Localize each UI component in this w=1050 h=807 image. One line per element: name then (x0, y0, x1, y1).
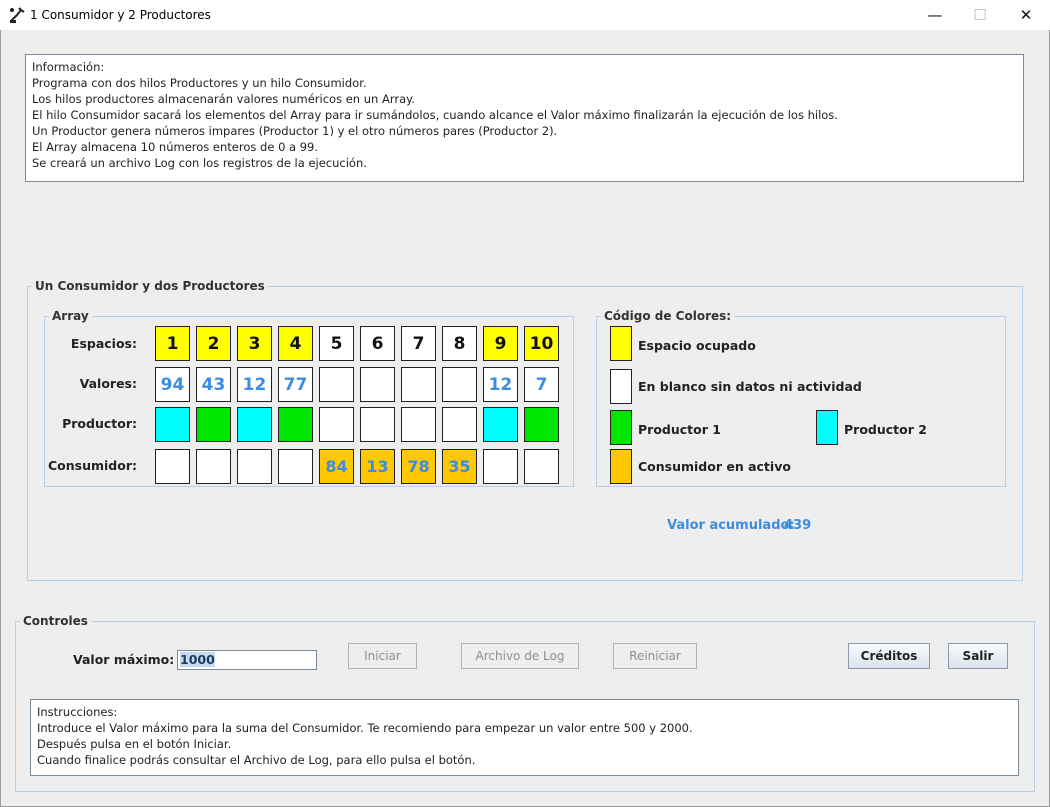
info-line: Los hilos productores almacenarán valore… (32, 92, 415, 106)
array-panel-title: Array (52, 309, 89, 323)
espacios-cell-1: 1 (155, 326, 190, 361)
title-bar: 1 Consumidor y 2 Productores — ☐ ✕ (0, 0, 1050, 30)
valores-cell-5 (319, 367, 354, 402)
window-title: 1 Consumidor y 2 Productores (30, 8, 211, 22)
instructions-line: Instrucciones: (37, 705, 118, 719)
iniciar-button[interactable]: Iniciar (348, 643, 417, 669)
instructions-line: Introduce el Valor máximo para la suma d… (37, 721, 693, 735)
valores-cell-1: 94 (155, 367, 190, 402)
productor-cell-10 (524, 407, 559, 442)
espacios-cell-7: 7 (401, 326, 436, 361)
legend-productor1-swatch (610, 410, 632, 445)
espacios-cell-6: 6 (360, 326, 395, 361)
info-line: Un Productor genera números impares (Pro… (32, 124, 558, 138)
consumidor-cell-8: 35 (442, 449, 477, 484)
instructions-line: Después pulsa en el botón Iniciar. (37, 737, 232, 751)
controls-panel-title: Controles (23, 614, 88, 628)
productor-cell-3 (237, 407, 272, 442)
espacios-cell-2: 2 (196, 326, 231, 361)
consumidor-cell-5: 84 (319, 449, 354, 484)
legend-occupied-swatch (610, 326, 632, 361)
valores-cell-2: 43 (196, 367, 231, 402)
valores-cell-3: 12 (237, 367, 272, 402)
log-button[interactable]: Archivo de Log (461, 643, 579, 669)
creditos-button[interactable]: Créditos (848, 643, 930, 669)
legend-occupied-text: Espacio ocupado (638, 338, 756, 353)
consumidor-cell-6: 13 (360, 449, 395, 484)
valores-cell-6 (360, 367, 395, 402)
valores-label: Valores: (79, 376, 137, 391)
legend-productor2-swatch (816, 410, 838, 445)
minimize-button[interactable]: — (912, 0, 958, 30)
productor-cell-8 (442, 407, 477, 442)
consumidor-cell-1 (155, 449, 190, 484)
instructions-textarea[interactable]: Instrucciones: Introduce el Valor máximo… (30, 699, 1019, 776)
consumidor-cell-2 (196, 449, 231, 484)
info-line: Programa con dos hilos Productores y un … (32, 76, 367, 90)
espacios-cell-9: 9 (483, 326, 518, 361)
productor-cell-5 (319, 407, 354, 442)
consumidor-cell-9 (483, 449, 518, 484)
legend-panel-title: Código de Colores: (604, 309, 732, 323)
accumulated-label: Valor acumulado: (667, 518, 795, 533)
consumidor-cell-4 (278, 449, 313, 484)
valores-cell-10: 7 (524, 367, 559, 402)
productor-cell-1 (155, 407, 190, 442)
espacios-cell-5: 5 (319, 326, 354, 361)
legend-empty-swatch (610, 369, 632, 404)
accumulated-value: 439 (784, 518, 812, 533)
valores-cell-9: 12 (483, 367, 518, 402)
espacios-cell-10: 10 (524, 326, 559, 361)
max-value-text: 1000 (180, 652, 215, 667)
java-app-icon (10, 7, 25, 23)
productor-label: Productor: (62, 416, 137, 431)
instructions-line: Cuando finalice podrás consultar el Arch… (37, 753, 476, 767)
espacios-cell-8: 8 (442, 326, 477, 361)
max-value-label: Valor máximo: (73, 652, 175, 667)
productor-cell-7 (401, 407, 436, 442)
info-line: El Array almacena 10 números enteros de … (32, 140, 319, 154)
productor-cell-9 (483, 407, 518, 442)
close-button[interactable]: ✕ (1003, 0, 1049, 30)
info-line: Información: (32, 60, 105, 74)
legend-consumer-swatch (610, 449, 632, 484)
maximize-button[interactable]: ☐ (957, 0, 1003, 30)
consumidor-cell-7: 78 (401, 449, 436, 484)
legend-consumer-text: Consumidor en activo (638, 459, 791, 474)
valores-cell-8 (442, 367, 477, 402)
salir-button[interactable]: Salir (948, 643, 1008, 669)
legend-productor1-text: Productor 1 (638, 422, 721, 437)
reiniciar-button[interactable]: Reiniciar (613, 643, 697, 669)
productor-cell-6 (360, 407, 395, 442)
main-panel-title: Un Consumidor y dos Productores (35, 279, 265, 293)
info-line: Se creará un archivo Log con los registr… (32, 156, 367, 170)
espacios-cell-4: 4 (278, 326, 313, 361)
productor-cell-2 (196, 407, 231, 442)
espacios-cell-3: 3 (237, 326, 272, 361)
info-textarea[interactable]: Información: Programa con dos hilos Prod… (25, 54, 1024, 182)
consumidor-cell-3 (237, 449, 272, 484)
valores-cell-4: 77 (278, 367, 313, 402)
consumidor-cell-10 (524, 449, 559, 484)
valores-cell-7 (401, 367, 436, 402)
info-line: El hilo Consumidor sacará los elementos … (32, 108, 838, 122)
legend-productor2-text: Productor 2 (844, 422, 927, 437)
productor-cell-4 (278, 407, 313, 442)
consumidor-label: Consumidor: (47, 458, 137, 473)
max-value-input[interactable]: 1000 (177, 650, 317, 670)
espacios-label: Espacios: (70, 336, 137, 351)
legend-empty-text: En blanco sin datos ni actividad (638, 379, 862, 394)
